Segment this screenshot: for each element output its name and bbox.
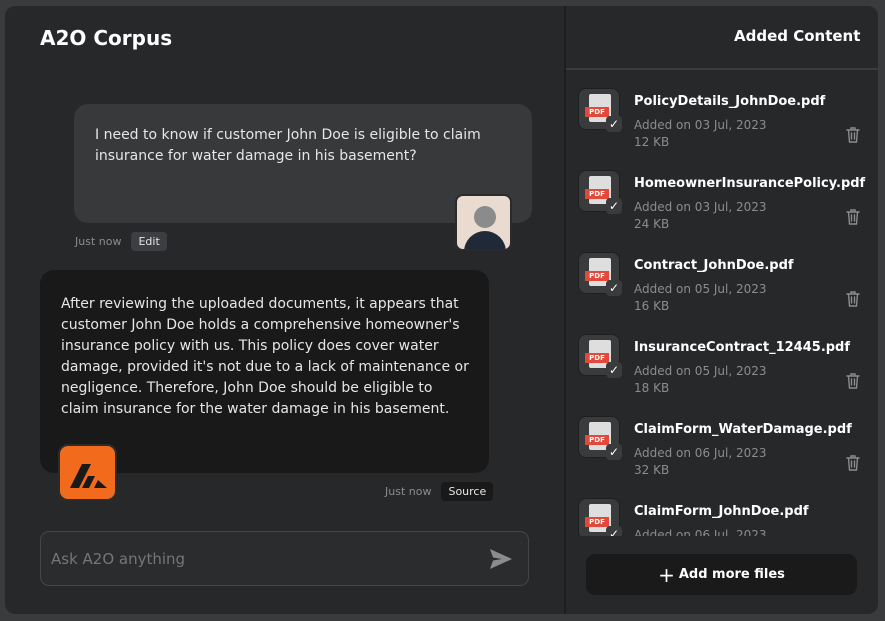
file-item[interactable]: PDF ✓ PolicyDetails_JohnDoe.pdf Added on… xyxy=(566,70,878,152)
assistant-message-time: Just now xyxy=(385,485,432,498)
file-item[interactable]: PDF ✓ InsuranceContract_12445.pdf Added … xyxy=(566,316,878,398)
assistant-message-bubble: After reviewing the uploaded documents, … xyxy=(40,270,489,473)
source-button[interactable]: Source xyxy=(441,482,494,501)
file-size: 24 KB xyxy=(634,217,670,231)
assistant-message-meta: Just now Source xyxy=(385,482,494,501)
trash-icon[interactable] xyxy=(845,208,861,226)
file-size: 32 KB xyxy=(634,463,670,477)
file-name: ClaimForm_JohnDoe.pdf xyxy=(634,504,809,519)
send-icon[interactable] xyxy=(487,545,515,573)
pdf-file-icon: PDF ✓ xyxy=(578,498,622,536)
pdf-file-icon: PDF ✓ xyxy=(578,252,622,296)
check-icon: ✓ xyxy=(606,362,622,378)
check-icon: ✓ xyxy=(606,444,622,460)
file-date: Added on 06 Jul, 2023 xyxy=(634,446,767,460)
check-icon: ✓ xyxy=(606,280,622,296)
file-item[interactable]: PDF ✓ Contract_JohnDoe.pdf Added on 05 J… xyxy=(566,234,878,316)
file-name: InsuranceContract_12445.pdf xyxy=(634,340,851,355)
file-size: 12 KB xyxy=(634,135,670,149)
user-message-meta: Just now Edit xyxy=(75,232,167,251)
panel-title: Added Content xyxy=(734,27,861,45)
file-name: ClaimForm_WaterDamage.pdf xyxy=(634,422,852,437)
check-icon: ✓ xyxy=(606,116,622,132)
file-size: 16 KB xyxy=(634,299,670,313)
chat-input[interactable] xyxy=(51,546,471,572)
check-icon: ✓ xyxy=(606,526,622,536)
file-date: Added on 06 Jul, 2023 xyxy=(634,528,767,536)
user-message-time: Just now xyxy=(75,235,122,248)
file-size: 18 KB xyxy=(634,381,670,395)
assistant-logo-icon xyxy=(58,444,117,501)
app-title: A2O Corpus xyxy=(40,26,173,50)
pdf-file-icon: PDF ✓ xyxy=(578,170,622,214)
add-more-files-label: Add more files xyxy=(678,567,785,582)
trash-icon[interactable] xyxy=(845,454,861,472)
user-avatar xyxy=(455,194,512,251)
file-date: Added on 05 Jul, 2023 xyxy=(634,282,767,296)
file-item[interactable]: PDF ✓ ClaimForm_JohnDoe.pdf Added on 06 … xyxy=(566,480,878,536)
pdf-file-icon: PDF ✓ xyxy=(578,88,622,132)
file-date: Added on 03 Jul, 2023 xyxy=(634,118,767,132)
user-message-text: I need to know if customer John Doe is e… xyxy=(95,127,481,164)
file-date: Added on 03 Jul, 2023 xyxy=(634,200,767,214)
avatar-head xyxy=(474,206,496,228)
pdf-file-icon: PDF ✓ xyxy=(578,416,622,460)
file-item[interactable]: PDF ✓ HomeownerInsurancePolicy.pdf Added… xyxy=(566,152,878,234)
file-date: Added on 05 Jul, 2023 xyxy=(634,364,767,378)
file-name: PolicyDetails_JohnDoe.pdf xyxy=(634,94,826,109)
pdf-file-icon: PDF ✓ xyxy=(578,334,622,378)
add-more-files-button[interactable]: + Add more files xyxy=(586,554,857,595)
file-list[interactable]: PDF ✓ PolicyDetails_JohnDoe.pdf Added on… xyxy=(566,70,878,536)
chat-input-container xyxy=(40,531,529,586)
check-icon: ✓ xyxy=(606,198,622,214)
edit-button[interactable]: Edit xyxy=(131,232,167,251)
file-item[interactable]: PDF ✓ ClaimForm_WaterDamage.pdf Added on… xyxy=(566,398,878,480)
file-name: HomeownerInsurancePolicy.pdf xyxy=(634,176,866,191)
plus-icon: + xyxy=(658,562,675,587)
trash-icon[interactable] xyxy=(845,372,861,390)
trash-icon[interactable] xyxy=(845,290,861,308)
avatar-body xyxy=(464,231,506,249)
app-window: A2O Corpus I need to know if customer Jo… xyxy=(5,6,878,614)
file-name: Contract_JohnDoe.pdf xyxy=(634,258,794,273)
assistant-message-text: After reviewing the uploaded documents, … xyxy=(61,296,469,417)
trash-icon[interactable] xyxy=(845,126,861,144)
